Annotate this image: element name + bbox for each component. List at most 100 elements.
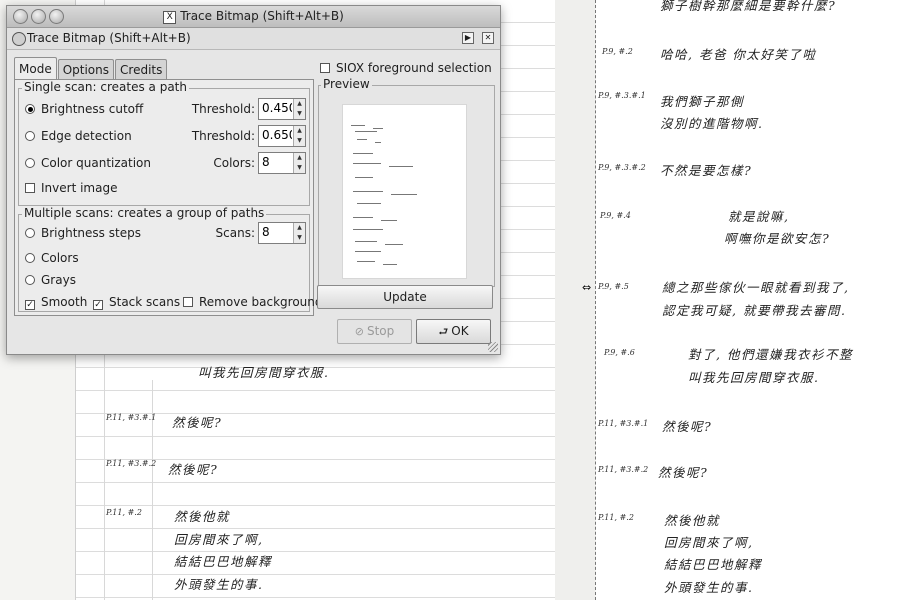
spin-arrows-icon[interactable]: ▲ ▼ [293,153,305,173]
handwritten-line: 獅子樹幹那麼細是要幹什麼? [660,0,837,13]
tab-options[interactable]: Options [57,59,115,80]
colors-count-input[interactable] [259,153,292,171]
spin-arrows-icon[interactable]: ▲ ▼ [293,126,305,146]
window-titlebar[interactable]: X Trace Bitmap (Shift+Alt+B) [7,6,500,28]
edge-detection-radio[interactable]: Edge detection [25,129,132,143]
radio-indicator [25,104,35,114]
smooth-checkbox[interactable]: ✓ Smooth [25,295,87,310]
window-title-text: Trace Bitmap (Shift+Alt+B) [180,9,344,23]
color-quantization-radio[interactable]: Color quantization [25,156,151,170]
dialog-dock-bar: Trace Bitmap (Shift+Alt+B) ▶ ✕ [7,28,500,50]
stop-icon: ⊘ [354,325,364,338]
window-title: X Trace Bitmap (Shift+Alt+B) [7,9,500,24]
handwritten-line: 結結巴巴地解釋 [664,557,763,572]
invert-image-checkbox[interactable]: Invert image [25,181,117,195]
checkbox-indicator [320,63,330,73]
checkbox-label: Remove background [199,295,323,309]
edge-threshold-label: Threshold: [191,129,255,143]
handwritten-line: 然後他就 [174,509,231,524]
line-reference: P.11, #3.#.1 [106,413,157,422]
handwritten-line: 然後呢? [172,415,223,430]
handwritten-line: 沒別的進階物啊. [660,116,764,131]
radio-label: Color quantization [41,156,152,170]
single-scan-group: Single scan: creates a path Brightness c… [18,80,310,206]
page-boundary-line [595,0,596,600]
brightness-cutoff-radio[interactable]: Brightness cutoff [25,102,143,116]
radio-label: Brightness steps [41,226,141,240]
line-reference: P.11, #3.#.1 [598,419,649,428]
multiple-scans-legend: Multiple scans: creates a group of paths [22,206,267,220]
siox-checkbox[interactable]: SIOX foreground selection [320,61,492,75]
multiple-scans-group: Multiple scans: creates a group of paths… [18,206,323,312]
handwritten-line: 然後呢? [658,465,709,480]
handwritten-line: 哈哈, 老爸 你太好笑了啦 [660,47,817,62]
radio-label: Colors [41,251,79,265]
dock-close-icon[interactable]: ✕ [482,32,494,44]
preview-stroke [351,125,365,126]
tab-bar: Mode Options Credits [14,57,168,80]
handwritten-line: 然後呢? [168,462,219,477]
checkbox-label: Invert image [41,181,118,195]
preview-stroke [391,194,417,195]
handwritten-line: 叫我先回房間穿衣服. [198,365,330,380]
stop-button[interactable]: ⊘ Stop [337,319,412,344]
mode-tab-panel: Single scan: creates a path Brightness c… [14,79,323,316]
remove-background-checkbox[interactable]: Remove background [183,295,323,309]
radio-label: Brightness cutoff [41,102,144,116]
edge-threshold-input[interactable] [259,126,292,144]
preview-stroke [355,177,373,178]
line-reference: P.11, #.2 [106,508,142,517]
preview-stroke [381,220,397,221]
checkbox-label: Smooth [41,295,88,309]
grays-radio[interactable]: Grays [25,273,76,287]
preview-legend: Preview [321,77,372,91]
x11-app-icon: X [163,11,177,24]
brightness-steps-radio[interactable]: Brightness steps [25,226,141,240]
edge-threshold-spinbox[interactable]: ▲▼ [258,125,306,147]
radio-indicator [25,131,35,141]
line-reference: P.9, #.6 [604,348,635,357]
ok-arrow-icon: ⮐ [438,325,449,338]
handwritten-line: 認定我可疑, 就要帶我去審問. [662,303,847,318]
update-button[interactable]: Update [317,285,493,309]
tab-mode[interactable]: Mode [14,57,57,80]
colors-count-spinbox[interactable]: ▲▼ [258,152,306,174]
resize-grip-icon[interactable] [488,342,498,352]
line-reference: P.9, #.3.#.1 [598,91,646,100]
spin-arrows-icon[interactable]: ▲ ▼ [293,223,305,243]
handwritten-line: 結結巴巴地解釋 [174,554,273,569]
preview-stroke [353,153,373,154]
handwritten-line: 啊嘸你是欲安怎? [724,231,831,246]
scans-count-spinbox[interactable]: ▲▼ [258,222,306,244]
preview-stroke [353,163,381,164]
preview-stroke [375,142,381,143]
trace-bitmap-dialog: X Trace Bitmap (Shift+Alt+B) Trace Bitmap… [6,5,501,355]
tab-credits[interactable]: Credits [115,59,168,80]
line-reference: P.9, #.5 [598,282,629,291]
preview-stroke [383,264,397,265]
preview-stroke [357,139,367,140]
brightness-threshold-spinbox[interactable]: ▲▼ [258,98,306,120]
scans-count-input[interactable] [259,223,292,241]
checkbox-label: SIOX foreground selection [336,61,492,75]
checkbox-indicator [25,183,35,193]
handwritten-line: 對了, 他們還嫌我衣衫不整 [688,347,853,362]
handwritten-line: 然後呢? [662,419,713,434]
preview-stroke [357,261,375,262]
spin-arrows-icon[interactable]: ▲ ▼ [293,99,305,119]
scans-count-label: Scans: [215,226,255,240]
ok-button[interactable]: ⮐ OK [416,319,491,344]
checkbox-label: Stack scans [109,295,181,309]
preview-frame: Preview [318,77,495,287]
checkbox-indicator: ✓ [93,300,103,310]
preview-stroke [353,217,373,218]
dock-toggle-icon[interactable]: ▶ [462,32,474,44]
handwritten-line: 不然是要怎樣? [660,163,753,178]
preview-stroke [389,166,413,167]
checkbox-indicator: ✓ [25,300,35,310]
stack-scans-checkbox[interactable]: ✓ Stack scans [93,295,180,310]
brightness-threshold-input[interactable] [259,99,292,117]
dialog-title: Trace Bitmap (Shift+Alt+B) [27,31,191,45]
preview-stroke [355,241,377,242]
colors-radio[interactable]: Colors [25,251,79,265]
